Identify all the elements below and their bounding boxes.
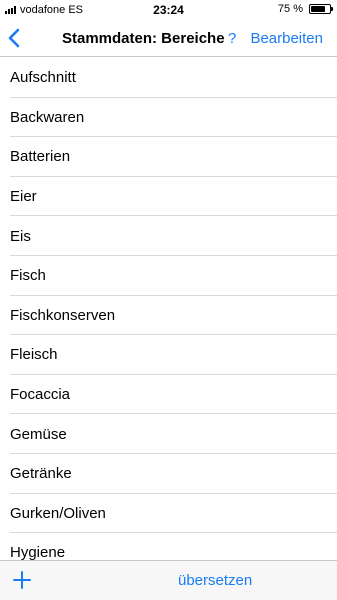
status-left: vodafone ES (5, 4, 83, 16)
list-item-label: Fleisch (10, 346, 58, 364)
list-item[interactable]: Getränke (0, 454, 337, 494)
page-title: Stammdaten: Bereiche (62, 30, 225, 47)
list-item[interactable]: Eier (0, 177, 337, 217)
edit-button[interactable]: Bearbeiten (250, 30, 323, 47)
list-item-label: Hygiene (10, 544, 66, 560)
plus-icon (13, 571, 31, 589)
list-item-label: Gemüse (10, 425, 67, 443)
status-right: 75 % (277, 3, 333, 15)
list-item-label: Focaccia (10, 386, 71, 404)
back-button[interactable] (6, 28, 24, 48)
list-item-label: Aufschnitt (10, 69, 76, 87)
list-item[interactable]: Focaccia (0, 375, 337, 415)
list-item[interactable]: Backwaren (0, 98, 337, 138)
list-item-label: Gurken/Oliven (10, 504, 106, 522)
list-item-label: Eier (10, 188, 37, 206)
list-item-label: Fischkonserven (10, 306, 116, 324)
list-item-label: Eis (10, 227, 31, 245)
list-item-label: Getränke (10, 465, 72, 483)
signal-strength-icon (5, 6, 16, 14)
add-button[interactable] (13, 571, 31, 589)
list-item[interactable]: Fischkonserven (0, 296, 337, 336)
status-bar: vodafone ES 23:24 75 % (0, 0, 337, 20)
list-item[interactable]: Gemüse (0, 414, 337, 454)
battery-icon (309, 4, 333, 14)
carrier-name: vodafone ES (20, 4, 83, 16)
bottom-toolbar: übersetzen (0, 560, 337, 600)
battery-level (311, 6, 325, 12)
list-item[interactable]: Fleisch (0, 335, 337, 375)
battery-percent: 75 % (277, 3, 303, 15)
translate-button[interactable]: übersetzen (178, 572, 252, 589)
list-item-label: Batterien (10, 148, 71, 166)
help-button[interactable]: ? (228, 30, 236, 47)
list-item[interactable]: Fisch (0, 256, 337, 296)
list-item[interactable]: Gurken/Oliven (0, 494, 337, 534)
navigation-bar: Stammdaten: Bereiche ? Bearbeiten (0, 20, 337, 57)
list-item-label: Backwaren (10, 108, 85, 126)
list-item-label: Fisch (10, 267, 46, 285)
list-item[interactable]: Eis (0, 216, 337, 256)
category-list: Aufschnitt Backwaren Batterien Eier Eis Fisch… (0, 58, 337, 560)
chevron-left-icon (8, 28, 20, 48)
list-item[interactable]: Hygiene (0, 533, 337, 560)
list-item[interactable]: Aufschnitt (0, 58, 337, 98)
list-item[interactable]: Batterien (0, 137, 337, 177)
